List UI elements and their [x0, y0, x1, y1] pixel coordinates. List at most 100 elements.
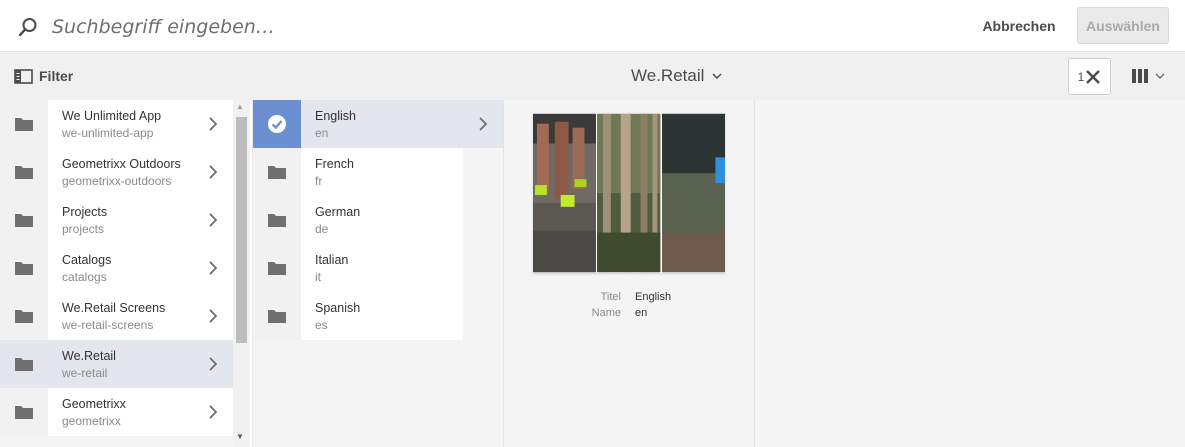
search-input[interactable]	[52, 11, 652, 43]
folder-icon	[15, 310, 33, 323]
trail-runner-image	[661, 113, 725, 273]
item-name: catalogs	[62, 269, 107, 284]
item-title: Italian	[315, 252, 349, 267]
list-item[interactable]: German de	[253, 196, 503, 244]
item-title: German	[315, 204, 361, 219]
runner-legs-image	[533, 113, 597, 273]
title-label: Titel	[600, 291, 621, 303]
list-item[interactable]: We.Retail Screens we-retail-screens	[0, 292, 233, 340]
item-title: Geometrixx Outdoors	[62, 156, 181, 171]
row-spacer	[463, 148, 503, 196]
item-name: we-unlimited-app	[62, 125, 154, 140]
item-name: projects	[62, 221, 105, 236]
item-title: Catalogs	[62, 252, 112, 267]
list-item[interactable]: We.Retail we-retail	[0, 340, 233, 388]
row-spacer	[463, 292, 503, 340]
search-icon	[18, 18, 37, 37]
view-switcher-button[interactable]	[1131, 63, 1173, 89]
chevron-right-icon	[463, 100, 503, 148]
folder-icon	[15, 262, 33, 275]
checkmark-icon	[268, 115, 286, 133]
filter-panel-icon	[14, 68, 33, 84]
folder-icon	[268, 214, 286, 227]
forest-trees-image	[597, 113, 661, 273]
chevron-right-icon	[193, 196, 233, 244]
folder-thumbnail	[0, 244, 48, 292]
item-title: French	[315, 156, 354, 171]
folder-thumbnail	[0, 388, 48, 436]
chevron-down-icon	[1155, 73, 1165, 79]
list-item[interactable]: Projects projects	[0, 196, 233, 244]
chevron-right-icon	[193, 148, 233, 196]
item-title: Projects	[62, 204, 108, 219]
column-languages: English en French fr German de Italian i…	[252, 100, 503, 447]
column-root: We Unlimited App we-unlimited-app Geomet…	[0, 100, 233, 447]
list-item[interactable]: Catalogs catalogs	[0, 244, 233, 292]
folder-icon	[15, 214, 33, 227]
close-icon	[1086, 69, 1101, 84]
folder-thumbnail	[0, 148, 48, 196]
item-name: geometrixx-outdoors	[62, 173, 172, 188]
chevron-right-icon	[193, 292, 233, 340]
item-title: We Unlimited App	[62, 108, 162, 123]
scroll-down-arrow[interactable]: ▼	[236, 432, 244, 441]
list-item[interactable]: We Unlimited App we-unlimited-app	[0, 100, 233, 148]
chevron-down-icon	[712, 72, 722, 79]
folder-icon	[15, 166, 33, 179]
item-name: geometrixx	[62, 413, 121, 428]
preview-thumbnail[interactable]	[533, 113, 725, 273]
selected-checkbox[interactable]	[253, 100, 301, 148]
item-name: it	[315, 269, 321, 284]
item-name: we-retail	[62, 365, 108, 380]
filter-label: Filter	[39, 68, 74, 84]
scrollbar-thumb[interactable]	[236, 117, 247, 343]
folder-thumbnail	[253, 148, 301, 196]
folder-thumbnail	[0, 196, 48, 244]
chevron-right-icon	[193, 100, 233, 148]
folder-icon	[15, 358, 33, 371]
folder-icon	[15, 406, 33, 419]
item-title: Geometrixx	[62, 396, 126, 411]
list-item[interactable]: Geometrixx geometrixx	[0, 388, 233, 436]
item-title: Spanish	[315, 300, 361, 315]
search-bar: Abbrechen Auswählen	[0, 0, 1185, 52]
row-spacer	[463, 244, 503, 292]
item-name: fr	[315, 173, 323, 188]
folder-thumbnail	[0, 340, 48, 388]
list-item[interactable]: French fr	[253, 148, 503, 196]
folder-thumbnail	[0, 100, 48, 148]
name-value: en	[635, 307, 648, 319]
item-title: We.Retail	[62, 348, 116, 363]
folder-thumbnail	[253, 292, 301, 340]
toolbar: Filter We.Retail	[0, 52, 1185, 100]
list-item[interactable]: Geometrixx Outdoors geometrixx-outdoors	[0, 148, 233, 196]
list-item[interactable]: English en	[253, 100, 503, 148]
column-view-icon	[1132, 69, 1148, 83]
folder-thumbnail	[0, 292, 48, 340]
filter-button[interactable]: Filter	[14, 65, 73, 87]
chevron-right-icon	[193, 244, 233, 292]
chevron-right-icon	[193, 388, 233, 436]
breadcrumb[interactable]: We.Retail	[631, 65, 722, 87]
folder-icon	[15, 118, 33, 131]
select-button[interactable]: Auswählen	[1077, 7, 1169, 44]
folder-icon	[268, 166, 286, 179]
item-name: we-retail-screens	[62, 317, 154, 332]
item-name: es	[315, 317, 328, 332]
folder-thumbnail	[253, 244, 301, 292]
chevron-right-icon	[193, 340, 233, 388]
scroll-up-arrow[interactable]: ▲	[236, 102, 244, 111]
cancel-button[interactable]: Abbrechen	[975, 8, 1063, 44]
list-item[interactable]: Spanish es	[253, 292, 503, 340]
list-item[interactable]: Italian it	[253, 244, 503, 292]
item-title: English	[315, 108, 356, 123]
empty-column	[754, 100, 1185, 447]
clear-selection-button[interactable]: 1	[1068, 58, 1111, 95]
folder-icon	[268, 262, 286, 275]
folder-icon	[268, 310, 286, 323]
breadcrumb-title: We.Retail	[631, 66, 705, 85]
row-spacer	[463, 196, 503, 244]
selection-count: 1	[1077, 69, 1085, 84]
item-name: en	[315, 125, 329, 140]
title-value: English	[635, 291, 672, 303]
